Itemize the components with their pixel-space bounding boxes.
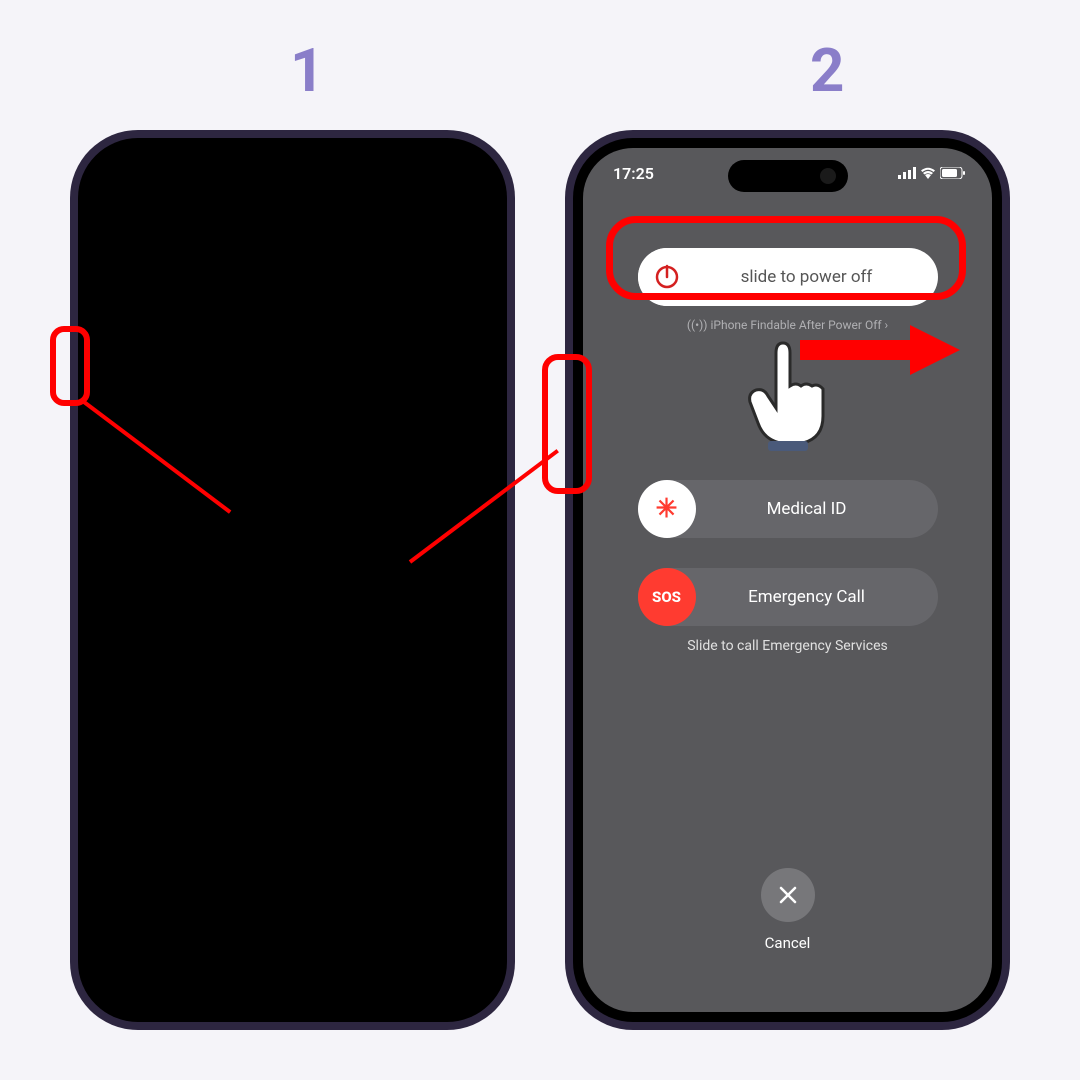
asterisk-icon: ✳ bbox=[656, 494, 678, 524]
sos-hint-text: Slide to call Emergency Services bbox=[583, 638, 992, 654]
battery-icon bbox=[940, 167, 966, 183]
step-number-2: 2 bbox=[810, 35, 844, 106]
location-arrow-icon: ((•)) bbox=[687, 318, 708, 332]
hand-pointer-icon bbox=[736, 338, 836, 458]
volume-button-highlight bbox=[50, 326, 90, 406]
sos-slider-knob[interactable]: SOS bbox=[638, 568, 696, 626]
close-icon bbox=[778, 885, 798, 905]
power-slider-highlight bbox=[606, 216, 966, 300]
medical-slider-label: Medical ID bbox=[696, 499, 938, 519]
medical-slider-knob[interactable]: ✳ bbox=[638, 480, 696, 538]
sos-slider-label: Emergency Call bbox=[696, 587, 938, 607]
cancel-label: Cancel bbox=[583, 934, 992, 952]
cancel-button[interactable] bbox=[761, 868, 815, 922]
phone-lock-screen: povo Saturday, August 31 17:27 bbox=[70, 130, 515, 1030]
emergency-sos-slider[interactable]: SOS Emergency Call bbox=[638, 568, 938, 626]
dynamic-island bbox=[728, 160, 848, 192]
medical-id-slider[interactable]: ✳ Medical ID bbox=[638, 480, 938, 538]
wifi-icon bbox=[920, 167, 936, 183]
sos-badge: SOS bbox=[652, 588, 681, 606]
side-button-highlight bbox=[542, 354, 592, 494]
signal-icon bbox=[898, 167, 916, 183]
step-number-1: 1 bbox=[290, 35, 324, 106]
